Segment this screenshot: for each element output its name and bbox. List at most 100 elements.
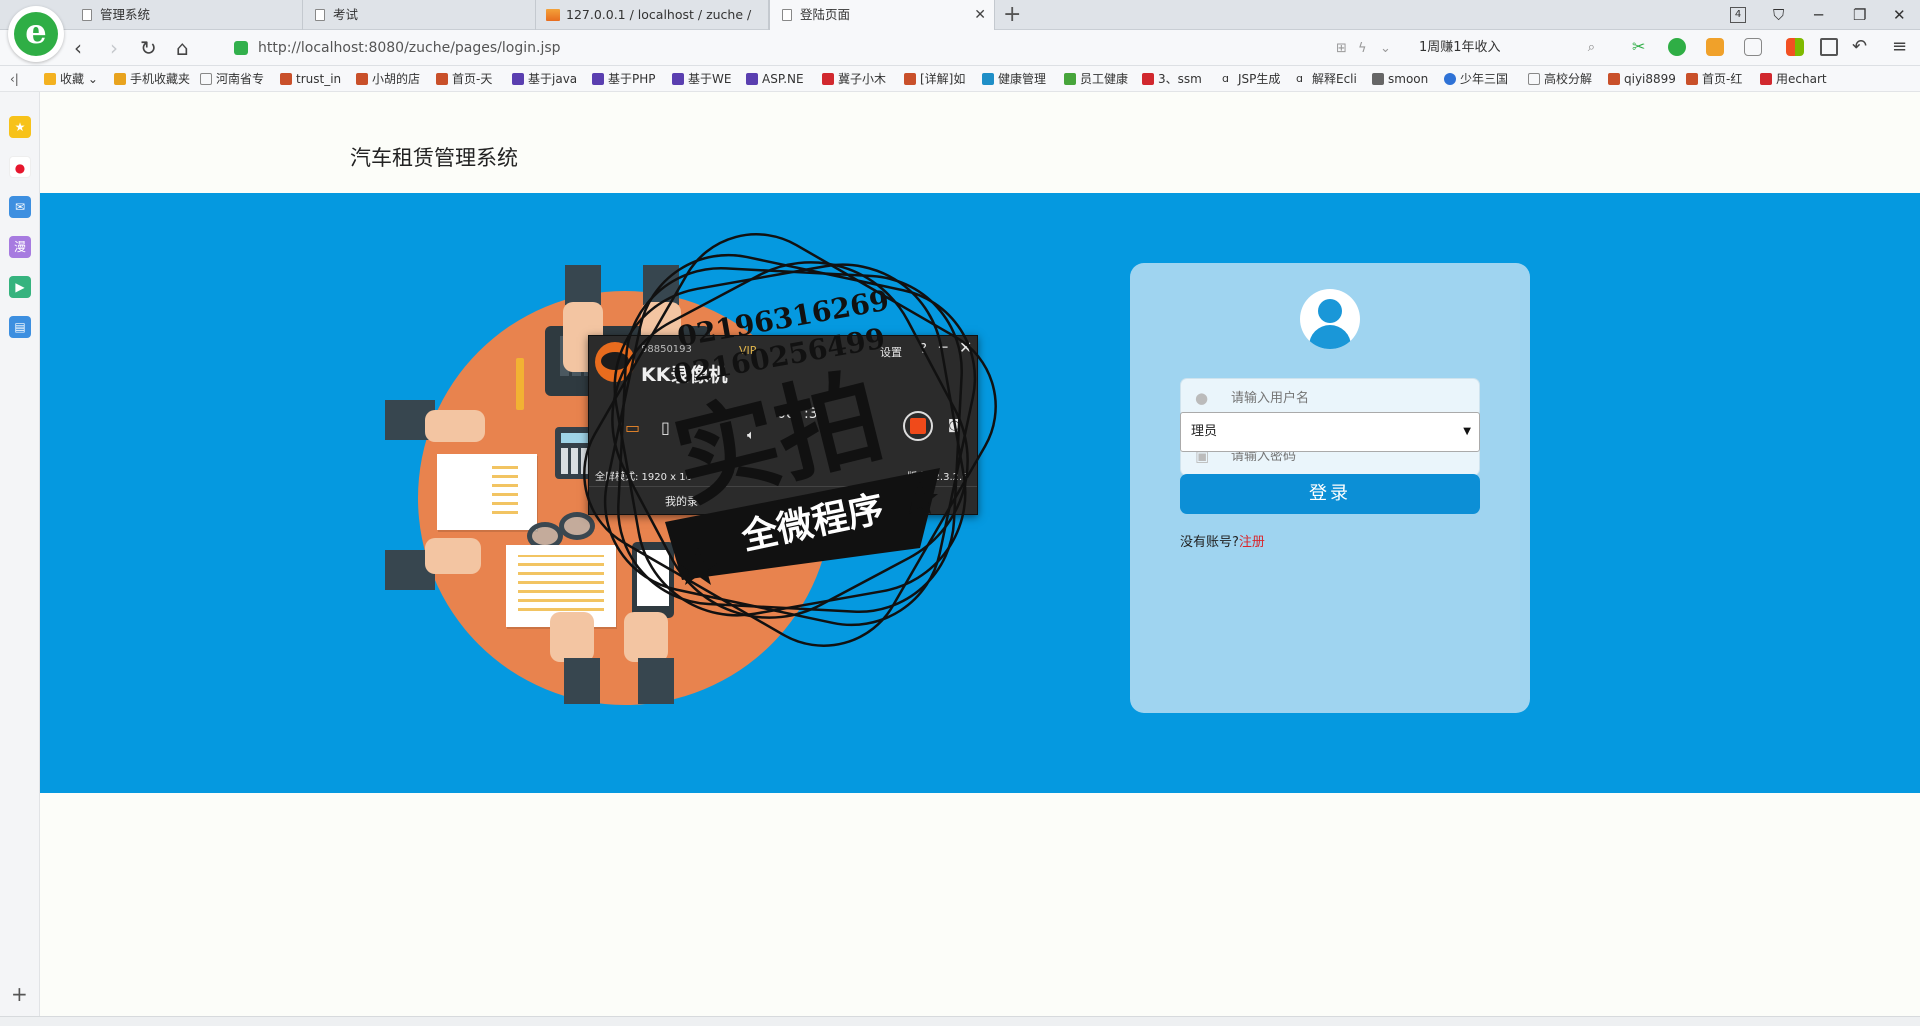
- forward-icon[interactable]: ›: [110, 36, 118, 60]
- paper-sheet: [437, 454, 537, 530]
- kk-version-text: 版本: 2.3.2.6: [907, 472, 969, 483]
- minimize-icon[interactable]: ─: [1814, 4, 1823, 26]
- menu-icon[interactable]: ≡: [1892, 38, 1910, 56]
- scissors-icon[interactable]: ✂: [1632, 38, 1650, 56]
- kk-help-button[interactable]: ?: [920, 342, 927, 357]
- browser-sidebar: ★ ● ✉ 漫 ▶ ▤ +: [0, 92, 40, 1016]
- bookmark-item[interactable]: 基于java: [512, 66, 580, 91]
- refresh-icon[interactable]: ↻: [140, 36, 157, 60]
- mail-icon[interactable]: ✉: [9, 196, 31, 218]
- address-input[interactable]: http://localhost:8080/zuche/pages/login.…: [230, 35, 1391, 61]
- site-icon: [1686, 73, 1698, 85]
- comic-icon[interactable]: 漫: [9, 236, 31, 258]
- bookmark-item[interactable]: 冀子小木: [822, 66, 892, 91]
- bookmark-item[interactable]: qiyi8899: [1608, 66, 1676, 91]
- bookmark-item[interactable]: ɑ JSP生成: [1222, 66, 1292, 91]
- bookmark-item[interactable]: 高校分解: [1528, 66, 1602, 91]
- bookmark-item[interactable]: 健康管理: [982, 66, 1052, 91]
- stop-icon: [910, 418, 926, 434]
- weibo-icon[interactable]: ●: [9, 156, 31, 178]
- tab-management-system[interactable]: 管理系统: [70, 0, 303, 30]
- fullscreen-mode-icon[interactable]: ▭: [625, 418, 640, 437]
- site-icon: [746, 73, 758, 85]
- tab-label: 登陆页面: [800, 7, 851, 22]
- emoji-icon[interactable]: [1744, 38, 1762, 56]
- pencil: [516, 358, 524, 410]
- restore-icon[interactable]: ❐: [1853, 4, 1866, 26]
- reader-icon[interactable]: [1820, 38, 1838, 56]
- close-window-icon[interactable]: ✕: [1893, 4, 1906, 26]
- bookmark-item[interactable]: 用echart: [1760, 66, 1830, 91]
- site-icon: [592, 73, 604, 85]
- role-select[interactable]: 理员 ▼: [1180, 412, 1480, 452]
- star-icon: [44, 73, 56, 85]
- chevron-down-icon: ▼: [1463, 426, 1471, 437]
- site-icon: [1064, 73, 1076, 85]
- star-icon[interactable]: ★: [9, 116, 31, 138]
- tab-exam[interactable]: 考试: [303, 0, 536, 30]
- bookmark-item[interactable]: 小胡的店: [356, 66, 424, 91]
- camera-icon[interactable]: ◙: [948, 418, 961, 433]
- tab-count-badge[interactable]: 4: [1730, 7, 1746, 23]
- bookmark-item[interactable]: 收藏 ⌄: [44, 66, 98, 91]
- bookmark-item[interactable]: 首页-天: [436, 66, 502, 91]
- bookmark-item[interactable]: 基于WE: [672, 66, 734, 91]
- hand: [550, 612, 594, 662]
- login-button[interactable]: 登录: [1180, 474, 1480, 514]
- bookmark-item[interactable]: trust_in: [280, 66, 344, 91]
- user-icon: ●: [1195, 389, 1209, 407]
- video-icon[interactable]: ▶: [9, 276, 31, 298]
- search-text: 1周赚1年收入: [1419, 40, 1501, 55]
- site-icon: [1142, 73, 1154, 85]
- bookmark-item[interactable]: 基于PHP: [592, 66, 660, 91]
- register-prompt: 没有账号?注册: [1180, 531, 1265, 550]
- undo-icon[interactable]: ↶: [1852, 38, 1870, 56]
- new-tab-button[interactable]: +: [1003, 2, 1021, 28]
- browser-logo-letter: e: [25, 12, 47, 52]
- hand: [425, 410, 485, 442]
- bookmark-item[interactable]: ASP.NE: [746, 66, 810, 91]
- bookmark-item[interactable]: 首页-红: [1686, 66, 1750, 91]
- kk-close-icon[interactable]: ✕: [959, 338, 972, 357]
- bookmark-item[interactable]: 员工健康: [1064, 66, 1132, 91]
- register-link[interactable]: 注册: [1239, 535, 1265, 550]
- add-icon[interactable]: +: [11, 982, 28, 1006]
- bookmark-item[interactable]: 河南省专: [200, 66, 268, 91]
- skin-icon[interactable]: ⛉: [1773, 4, 1784, 26]
- phone-screen: [637, 550, 669, 606]
- status-bar: [0, 1016, 1920, 1026]
- apps-icon[interactable]: [1786, 38, 1804, 56]
- sleeve: [643, 265, 679, 305]
- close-tab-icon[interactable]: ✕: [974, 0, 986, 30]
- shield-guard-icon[interactable]: [1706, 38, 1724, 56]
- bookmark-item[interactable]: ɑ 解释Ecli: [1296, 66, 1364, 91]
- lightning-icon[interactable]: ϟ: [1358, 41, 1367, 56]
- page-content: 汽车租赁管理系统 请输入用户名 ● ▣ 理员 ▼ 登录 没有账号?注册: [40, 92, 1920, 1016]
- home-icon[interactable]: ⌂: [176, 36, 189, 60]
- site-icon: [1760, 73, 1772, 85]
- tab-phpmyadmin[interactable]: 127.0.0.1 / localhost / zuche /: [536, 0, 769, 30]
- bookmark-item[interactable]: 手机收藏夹: [114, 66, 190, 91]
- search-icon[interactable]: ⌕: [1588, 35, 1595, 61]
- tab-login-page[interactable]: 登陆页面 ✕: [769, 0, 995, 30]
- back-icon[interactable]: ‹: [74, 36, 82, 60]
- collapse-icon[interactable]: ‹|: [10, 66, 19, 91]
- bookmark-item[interactable]: [详解]如: [904, 66, 974, 91]
- page-icon: [200, 73, 212, 85]
- grid-icon[interactable]: ⊞: [1336, 41, 1347, 56]
- site-icon: ɑ: [1222, 72, 1229, 85]
- site-icon: [436, 73, 448, 85]
- bookmark-item[interactable]: smoon: [1372, 66, 1430, 91]
- browser-logo[interactable]: e: [8, 6, 64, 62]
- search-input[interactable]: 1周赚1年收入 ⌕: [1405, 35, 1605, 61]
- chevron-down-icon[interactable]: ⌄: [1380, 41, 1391, 56]
- sleeve: [564, 658, 600, 704]
- page-icon: [82, 9, 92, 21]
- bookmark-item[interactable]: 3、ssm: [1142, 66, 1212, 91]
- document-icon[interactable]: ▤: [9, 316, 31, 338]
- kk-minimize-icon[interactable]: ─: [939, 340, 947, 356]
- document-lines: [518, 555, 604, 617]
- translate-icon[interactable]: [1668, 38, 1686, 56]
- bookmark-item[interactable]: 少年三国: [1444, 66, 1512, 91]
- phpmyadmin-icon: [546, 9, 560, 21]
